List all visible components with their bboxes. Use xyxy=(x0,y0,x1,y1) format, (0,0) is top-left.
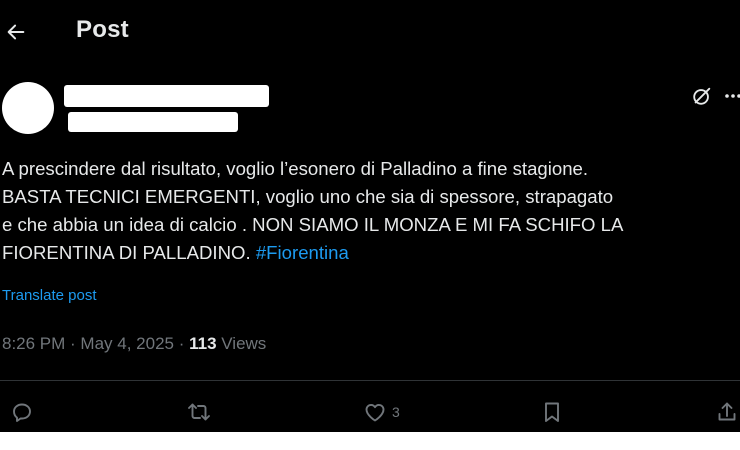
translate-post-link[interactable]: Translate post xyxy=(2,287,97,304)
post-date[interactable]: May 4, 2025 xyxy=(80,334,174,353)
author-handle-redacted[interactable] xyxy=(68,112,238,132)
more-button[interactable] xyxy=(724,84,740,108)
post-text-line: BASTA TECNICI EMERGENTI, voglio uno che … xyxy=(2,186,614,207)
page-title: Post xyxy=(76,16,129,43)
post-text-line: A prescindere dal risultato, voglio l’es… xyxy=(2,158,589,179)
bookmark-button[interactable] xyxy=(540,398,564,426)
post-screen: Post A prescindere dal risultato, voglio… xyxy=(0,0,740,432)
heart-icon xyxy=(362,400,388,424)
reply-button[interactable] xyxy=(10,398,34,426)
author-name-redacted[interactable] xyxy=(64,85,269,107)
views-count: 113 xyxy=(189,334,217,353)
post-text-line: FIORENTINA DI PALLADINO. xyxy=(2,242,256,263)
share-upload-icon xyxy=(716,400,738,424)
repost-arrows-icon xyxy=(186,400,212,424)
bookmark-icon xyxy=(540,400,564,424)
grok-slash-circle-icon xyxy=(691,85,713,107)
hashtag-link[interactable]: #Fiorentina xyxy=(256,242,349,263)
more-horizontal-icon xyxy=(724,93,740,99)
meta-separator: · xyxy=(173,334,190,353)
like-button[interactable]: 3 xyxy=(362,398,400,426)
share-button[interactable] xyxy=(716,398,738,426)
arrow-left-icon xyxy=(5,21,27,43)
post-time[interactable]: 8:26 PM xyxy=(2,334,65,353)
reply-bubble-icon xyxy=(10,400,34,424)
post-text-line: e che abbia un idea di calcio . NON SIAM… xyxy=(2,214,624,235)
views-label: Views xyxy=(216,334,267,353)
divider xyxy=(0,380,740,381)
back-button[interactable] xyxy=(2,18,30,46)
meta-separator: · xyxy=(65,334,81,353)
avatar[interactable] xyxy=(2,82,54,134)
header-bar: Post xyxy=(0,0,740,64)
like-count: 3 xyxy=(392,404,400,420)
post-meta: 8:26 PM · May 4, 2025 · 113 Views xyxy=(2,334,266,354)
post-text: A prescindere dal risultato, voglio l’es… xyxy=(2,155,740,267)
repost-button[interactable] xyxy=(186,398,212,426)
grok-button[interactable] xyxy=(690,84,714,108)
